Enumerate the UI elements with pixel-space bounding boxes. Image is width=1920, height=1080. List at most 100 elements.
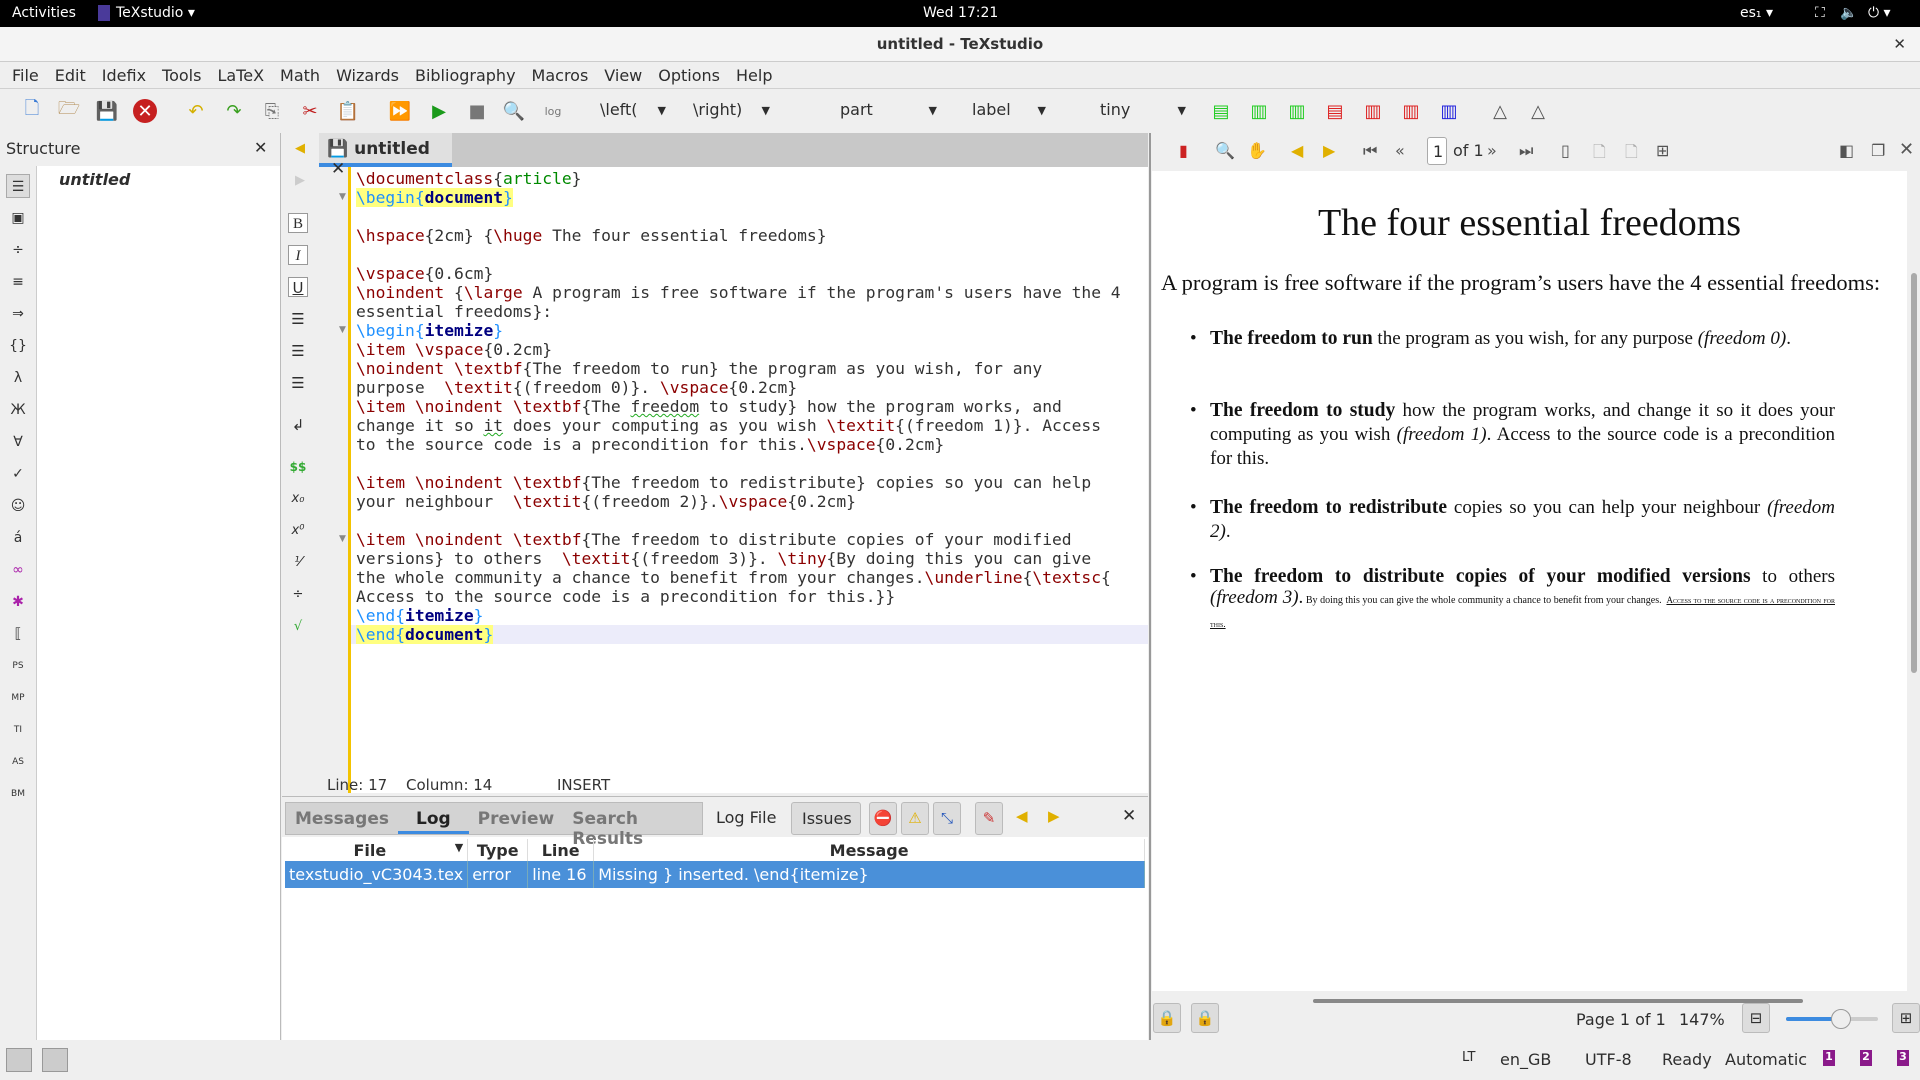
align-left-icon[interactable]: ☰ bbox=[288, 309, 308, 329]
input-language-menu[interactable]: es₁ ▾ bbox=[1740, 5, 1773, 21]
compile-mode[interactable]: Automatic bbox=[1725, 1050, 1807, 1069]
first-page-icon[interactable]: ⏮ bbox=[1363, 141, 1377, 161]
column-header-file[interactable]: File ▼ bbox=[285, 839, 469, 861]
table-add-column-icon[interactable]: ▥ bbox=[1247, 99, 1271, 123]
superscript-icon[interactable]: x⁰ bbox=[288, 521, 308, 541]
table-add-row-icon[interactable]: ▤ bbox=[1209, 99, 1233, 123]
toggle-sidebar-icon[interactable]: ◧ bbox=[1839, 141, 1854, 160]
pdf-page[interactable]: The four essential freedoms A program is… bbox=[1152, 171, 1907, 991]
subscript-icon[interactable]: x₀ bbox=[288, 489, 308, 509]
zoom-in-button[interactable]: ⊞ bbox=[1892, 1003, 1920, 1033]
sectioning-dropdown[interactable]: part ▼ bbox=[840, 100, 937, 119]
asymptote-icon[interactable]: AS bbox=[6, 750, 30, 774]
align-center-icon[interactable]: ☰ bbox=[288, 341, 308, 361]
menu-wizards[interactable]: Wizards bbox=[328, 62, 407, 88]
new-file-icon[interactable]: 🗋 bbox=[20, 98, 44, 123]
cyrillic-icon[interactable]: Ж bbox=[6, 398, 30, 422]
show-badboxes-icon[interactable]: ⤡ bbox=[933, 802, 961, 835]
menu-view[interactable]: View bbox=[596, 62, 650, 88]
newline-icon[interactable]: ↲ bbox=[288, 415, 308, 435]
tab-untitled[interactable]: 💾 untitled ✕ bbox=[319, 133, 452, 179]
structure-root-item[interactable]: untitled bbox=[59, 170, 130, 189]
previous-page-icon[interactable]: « bbox=[1395, 141, 1405, 160]
grid-view-icon[interactable]: ⊞ bbox=[1656, 141, 1669, 160]
references-dropdown[interactable]: label ▼ bbox=[972, 100, 1046, 119]
paste-icon[interactable]: 📋 bbox=[336, 99, 360, 123]
favorites-icon[interactable]: ✱ bbox=[6, 590, 30, 614]
bookmarks-icon[interactable]: ▣ bbox=[6, 206, 30, 230]
beamer-icon[interactable]: BM bbox=[6, 782, 30, 806]
languagetool-status[interactable]: LT bbox=[1462, 1050, 1475, 1065]
close-document-icon[interactable]: ✕ bbox=[133, 99, 157, 123]
fold-marker-icon[interactable]: ▼ bbox=[339, 325, 346, 335]
left-right-icon[interactable]: ⟦ bbox=[6, 622, 30, 646]
volume-icon[interactable]: 🔈 bbox=[1840, 5, 1857, 21]
pstricks-icon[interactable]: PS bbox=[6, 654, 30, 678]
hand-tool-icon[interactable]: ✋ bbox=[1247, 141, 1267, 160]
clear-markers-icon[interactable]: ✎ bbox=[975, 802, 1003, 835]
math-mode-icon[interactable]: $$ bbox=[288, 457, 308, 477]
metapost-icon[interactable]: MP bbox=[6, 686, 30, 710]
next-error-icon[interactable]: ▶ bbox=[1048, 807, 1060, 825]
forward-arrow-icon[interactable]: ▶ bbox=[288, 171, 312, 191]
back-icon[interactable]: ◀ bbox=[1291, 141, 1303, 160]
menu-bibliography[interactable]: Bibliography bbox=[407, 62, 524, 88]
table-align-icon[interactable]: ▥ bbox=[1437, 99, 1461, 123]
view-pdf-icon[interactable]: 🔍 bbox=[502, 99, 526, 123]
log-panel-close-button[interactable]: ✕ bbox=[1122, 806, 1136, 826]
menu-edit[interactable]: Edit bbox=[47, 62, 94, 88]
fontawesome-icon[interactable]: ∞ bbox=[6, 558, 30, 582]
windowed-icon[interactable]: ❐ bbox=[1871, 141, 1885, 160]
structure-view-icon[interactable]: ☰ bbox=[6, 174, 30, 198]
back-arrow-icon[interactable]: ◀ bbox=[288, 139, 312, 159]
scroll-lock-icon[interactable]: 🔒 bbox=[1191, 1003, 1219, 1033]
undo-icon[interactable]: ↶ bbox=[184, 99, 208, 123]
menu-file[interactable]: File bbox=[4, 62, 47, 88]
zoom-out-button[interactable]: ⊟ bbox=[1742, 1003, 1770, 1033]
pdf-horizontal-scrollbar[interactable] bbox=[1313, 999, 1803, 1003]
menu-macros[interactable]: Macros bbox=[524, 62, 597, 88]
menu-options[interactable]: Options bbox=[650, 62, 728, 88]
toggle-structure-icon[interactable] bbox=[6, 1048, 32, 1072]
accents-icon[interactable]: á bbox=[6, 526, 30, 550]
table-insert-column-icon[interactable]: ▥ bbox=[1285, 99, 1309, 123]
column-header-type[interactable]: Type bbox=[467, 839, 529, 861]
table-cut-column-icon[interactable]: ▥ bbox=[1399, 99, 1423, 123]
network-icon[interactable]: ⛶ bbox=[1815, 5, 1825, 21]
save-icon[interactable]: 💾 bbox=[95, 99, 119, 123]
greek-icon[interactable]: λ bbox=[6, 366, 30, 390]
zoom-slider[interactable] bbox=[1786, 1009, 1878, 1029]
fraction-icon[interactable]: ⅟ bbox=[288, 553, 308, 573]
menu-tools[interactable]: Tools bbox=[154, 62, 209, 88]
encoding[interactable]: UTF-8 bbox=[1585, 1050, 1632, 1069]
show-errors-icon[interactable]: ⛔ bbox=[869, 802, 897, 835]
operators-icon[interactable]: ≡ bbox=[6, 270, 30, 294]
misc-symbols-icon[interactable]: ✓ bbox=[6, 462, 30, 486]
fold-marker-icon[interactable]: ▼ bbox=[339, 534, 346, 544]
italic-icon[interactable]: I bbox=[288, 245, 308, 265]
table-row[interactable]: texstudio_vC3043.tex error line 16 Missi… bbox=[285, 861, 1145, 888]
next-mark-icon[interactable]: △ bbox=[1526, 99, 1550, 123]
zoom-slider-handle[interactable] bbox=[1831, 1009, 1852, 1029]
fit-width-icon[interactable]: 🗋 bbox=[1625, 141, 1638, 168]
font-size-dropdown[interactable]: tiny ▼ bbox=[1100, 100, 1186, 119]
structure-close-button[interactable]: ✕ bbox=[254, 138, 267, 157]
pdf-vertical-scrollbar[interactable] bbox=[1911, 273, 1917, 673]
tab-search-results[interactable]: Search Results bbox=[563, 803, 702, 849]
underline-icon[interactable]: U bbox=[288, 277, 308, 297]
special-icon[interactable]: ☺ bbox=[6, 494, 30, 518]
activities-button[interactable]: Activities bbox=[12, 5, 76, 21]
table-remove-column-icon[interactable]: ▥ bbox=[1361, 99, 1385, 123]
table-remove-row-icon[interactable]: ▤ bbox=[1323, 99, 1347, 123]
misc-math-icon[interactable]: ∀ bbox=[6, 430, 30, 454]
compile-icon[interactable]: ▶ bbox=[427, 99, 451, 123]
fold-marker-icon[interactable]: ▼ bbox=[339, 192, 346, 202]
bookmark-3-icon[interactable]: 3 bbox=[1897, 1050, 1909, 1066]
power-menu[interactable]: ⏻ ▾ bbox=[1868, 5, 1891, 21]
sync-lock-icon[interactable]: 🔒 bbox=[1153, 1003, 1181, 1033]
spelling-language[interactable]: en_GB bbox=[1500, 1050, 1551, 1069]
previous-error-icon[interactable]: ◀ bbox=[1016, 807, 1028, 825]
continuous-icon[interactable]: 🗋 bbox=[1593, 141, 1606, 168]
build-and-view-icon[interactable]: ⏩ bbox=[388, 99, 412, 123]
view-log-icon[interactable]: log bbox=[541, 99, 565, 123]
